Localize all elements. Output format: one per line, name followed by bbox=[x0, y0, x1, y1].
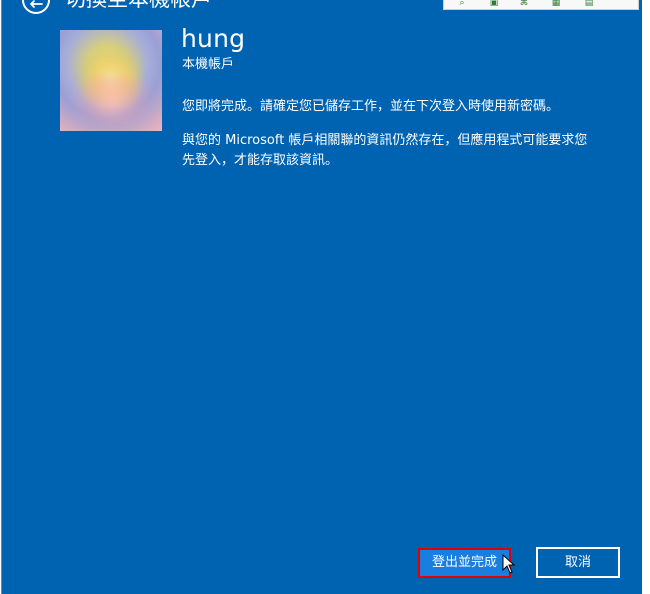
top-toolbar: ⌕ ▣ ⌘ ▦ ▤ bbox=[443, 0, 639, 10]
mouse-pointer-icon bbox=[502, 554, 516, 574]
apps-icon[interactable]: ▦ bbox=[548, 0, 564, 7]
local-account-dialog: 切換至本機帳戶 ⌕ ▣ ⌘ ▦ ▤ hung 本機帳戶 您即將完成。請確定您已儲… bbox=[1, 0, 643, 594]
page-right-margin bbox=[642, 0, 650, 594]
search-icon[interactable]: ⌕ bbox=[454, 0, 470, 7]
account-name: hung bbox=[181, 24, 246, 53]
top-title-area: 切換至本機帳戶 ⌕ ▣ ⌘ ▦ ▤ bbox=[2, 0, 643, 20]
share-icon[interactable]: ⌘ bbox=[516, 0, 532, 7]
page-icon[interactable]: ▤ bbox=[581, 0, 597, 7]
back-arrow-icon bbox=[30, 0, 43, 8]
completion-message: 您即將完成。請確定您已儲存工作，並在下次登入時使用新密碼。 bbox=[182, 99, 560, 114]
cancel-button[interactable]: 取消 bbox=[536, 547, 620, 578]
back-button[interactable] bbox=[22, 0, 50, 14]
avatar bbox=[60, 30, 162, 131]
sign-out-and-finish-button[interactable]: 登出並完成 bbox=[418, 548, 511, 578]
account-type-label: 本機帳戶 bbox=[182, 57, 235, 72]
microsoft-account-info-message: 與您的 Microsoft 帳戶相關聯的資訊仍然存在，但應用程式可能要求您先登入… bbox=[182, 133, 588, 168]
account-switch-screen: 切換至本機帳戶 ⌕ ▣ ⌘ ▦ ▤ hung 本機帳戶 您即將完成。請確定您已儲… bbox=[0, 0, 650, 594]
save-icon[interactable]: ▣ bbox=[486, 0, 502, 7]
page-title: 切換至本機帳戶 bbox=[65, 0, 212, 11]
